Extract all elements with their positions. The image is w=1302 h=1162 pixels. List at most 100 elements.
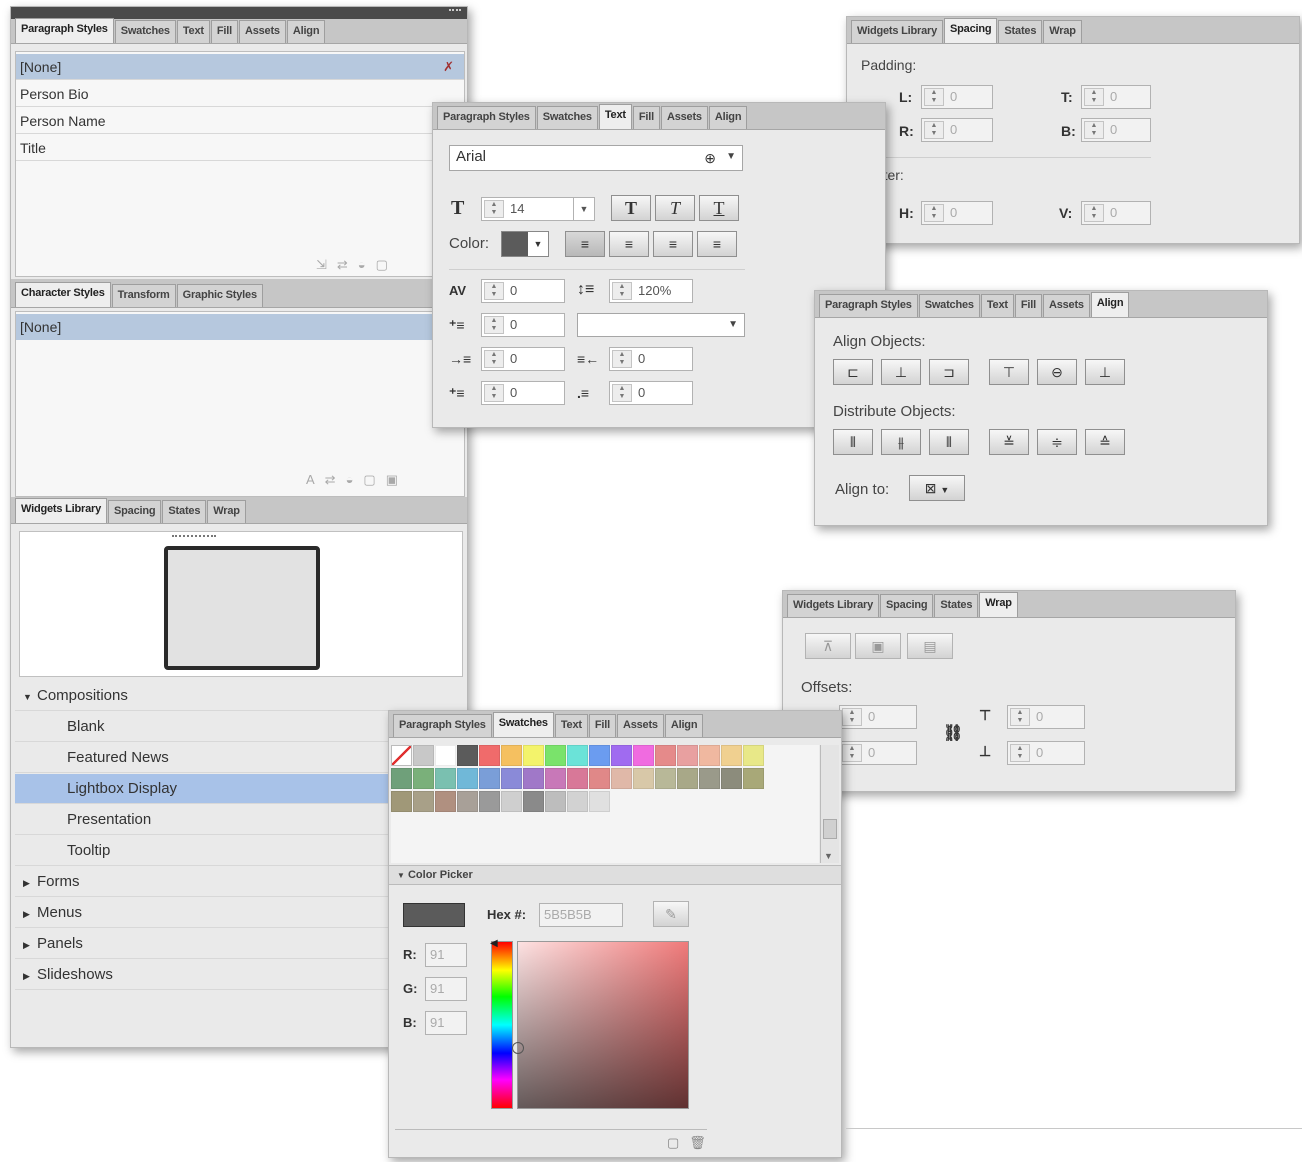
triangle-right-icon[interactable]: ▶ (23, 868, 37, 898)
tab-states[interactable]: States (998, 20, 1043, 43)
wrap-bounding-box-button[interactable]: ▣ (855, 633, 901, 659)
color-swatch[interactable] (655, 768, 676, 789)
padding-left-field[interactable]: ▲ ▼ 0 (921, 85, 993, 109)
space-before-field[interactable]: ▲ ▼ 0 (481, 381, 565, 405)
align-top-edges-button[interactable]: ⊤ (989, 359, 1029, 385)
tab-spacing[interactable]: Spacing (880, 594, 934, 617)
tab-swatches[interactable]: Swatches (492, 712, 554, 737)
triangle-right-icon[interactable]: ▶ (23, 899, 37, 929)
color-swatch[interactable] (435, 745, 456, 766)
align-vertical-centers-button[interactable]: ⊖ (1037, 359, 1077, 385)
tracking-field[interactable]: ▲ ▼ 0 (481, 279, 565, 303)
leading-field[interactable]: ▲ ▼ 120% (609, 279, 693, 303)
align-right-button[interactable]: ≡ (653, 231, 693, 257)
stepper-icon[interactable]: ▲ ▼ (842, 744, 862, 762)
list-item[interactable]: Person Name (16, 108, 464, 134)
distribute-left-button[interactable]: ⫴ (833, 429, 873, 455)
panel-grip-icon[interactable] (449, 9, 461, 15)
triangle-down-icon[interactable]: ▼ (23, 682, 37, 712)
tab-spacing[interactable]: Spacing (944, 18, 998, 43)
right-margin-field[interactable]: ▲ ▼ 0 (609, 347, 693, 371)
font-select[interactable]: Arial ⊕ ▼ (449, 145, 743, 171)
offset-bottom-field[interactable]: ▲ ▼ 0 (1007, 741, 1085, 765)
color-swatch[interactable] (479, 791, 500, 812)
text-color-swatch[interactable]: ▼ (501, 231, 549, 257)
align-to-dropdown[interactable]: ⊠ ▼ (909, 475, 965, 501)
tab-assets[interactable]: Assets (238, 20, 286, 43)
stepper-icon[interactable]: ▲ ▼ (1084, 121, 1104, 139)
color-swatch[interactable] (545, 745, 566, 766)
bold-button[interactable]: T (611, 195, 651, 221)
color-swatch[interactable] (611, 745, 632, 766)
tab-fill[interactable]: Fill (632, 106, 660, 129)
color-picker-header[interactable]: ▼ Color Picker (389, 865, 841, 885)
stepper-icon[interactable]: ▲ ▼ (924, 204, 944, 222)
clear-style-icon[interactable]: ✗ (443, 54, 454, 80)
color-swatch[interactable] (633, 768, 654, 789)
saturation-brightness-field[interactable] (512, 941, 689, 1109)
tab-paragraph-styles[interactable]: Paragraph Styles (437, 106, 536, 129)
list-item[interactable]: [None] ✗ (16, 54, 464, 80)
align-horizontal-centers-button[interactable]: ⊥ (881, 359, 921, 385)
color-swatch[interactable] (435, 768, 456, 789)
gutter-h-field[interactable]: ▲ ▼ 0 (921, 201, 993, 225)
stepper-icon[interactable]: ▲ ▼ (924, 88, 944, 106)
color-swatch[interactable] (501, 791, 522, 812)
color-swatch[interactable] (677, 745, 698, 766)
offset-right-field[interactable]: ▲ ▼ 0 (839, 741, 917, 765)
color-swatch[interactable] (567, 745, 588, 766)
color-swatch[interactable] (457, 745, 478, 766)
font-size-field[interactable]: ▲ ▼ 14 ▼ (481, 197, 595, 221)
distribute-top-button[interactable]: ≚ (989, 429, 1029, 455)
tab-wrap[interactable]: Wrap (979, 592, 1018, 617)
align-bottom-edges-button[interactable]: ⊥ (1085, 359, 1125, 385)
left-margin-field[interactable]: ▲ ▼ 0 (481, 347, 565, 371)
hex-field[interactable]: 5B5B5B (539, 903, 623, 927)
stepper-icon[interactable]: ▲ ▼ (484, 384, 504, 402)
distribute-middle-button[interactable]: ≑ (1037, 429, 1077, 455)
offset-left-field[interactable]: ▲ ▼ 0 (839, 705, 917, 729)
chevron-down-icon[interactable]: ▼ (573, 198, 594, 220)
hue-slider[interactable]: ◀ (490, 938, 513, 1109)
tab-swatches[interactable]: Swatches (114, 20, 176, 43)
widget-thumbnail[interactable] (164, 546, 320, 670)
color-swatch[interactable] (699, 768, 720, 789)
stepper-icon[interactable]: ▲ ▼ (484, 200, 504, 218)
color-swatch[interactable] (435, 791, 456, 812)
bullet-select[interactable]: ▼ (577, 313, 745, 337)
stepper-icon[interactable]: ▲ ▼ (484, 316, 504, 334)
triangle-right-icon[interactable]: ▶ (23, 961, 37, 991)
eyedropper-button[interactable]: ✎ (653, 901, 689, 927)
underline-button[interactable]: T (699, 195, 739, 221)
stepper-icon[interactable]: ▲ ▼ (484, 350, 504, 368)
color-swatch[interactable] (743, 745, 764, 766)
list-item[interactable]: Person Bio (16, 81, 464, 107)
stepper-icon[interactable]: ▲ ▼ (484, 282, 504, 300)
color-swatch[interactable] (391, 768, 412, 789)
color-swatch[interactable] (501, 768, 522, 789)
offset-top-field[interactable]: ▲ ▼ 0 (1007, 705, 1085, 729)
stepper-icon[interactable]: ▲ ▼ (842, 708, 862, 726)
color-swatch[interactable] (567, 791, 588, 812)
color-swatch[interactable] (567, 768, 588, 789)
scroll-thumb[interactable] (823, 819, 837, 839)
color-swatch[interactable] (391, 791, 412, 812)
italic-button[interactable]: T (655, 195, 695, 221)
stepper-icon[interactable]: ▲ ▼ (1010, 744, 1030, 762)
distribute-bottom-button[interactable]: ≙ (1085, 429, 1125, 455)
color-swatch[interactable] (413, 768, 434, 789)
tab-text[interactable]: Text (980, 294, 1014, 317)
color-swatch[interactable] (545, 768, 566, 789)
color-swatch[interactable] (523, 768, 544, 789)
tab-widgets-library[interactable]: Widgets Library (851, 20, 944, 43)
tab-swatches[interactable]: Swatches (918, 294, 980, 317)
tab-text[interactable]: Text (598, 104, 632, 129)
color-swatch[interactable] (677, 768, 698, 789)
color-swatch[interactable] (589, 745, 610, 766)
tab-fill[interactable]: Fill (588, 714, 616, 737)
tab-align[interactable]: Align (286, 20, 326, 43)
wrap-none-button[interactable]: ⊼ (805, 633, 851, 659)
tab-assets[interactable]: Assets (660, 106, 708, 129)
tab-wrap[interactable]: Wrap (207, 500, 246, 523)
tab-swatches[interactable]: Swatches (536, 106, 598, 129)
